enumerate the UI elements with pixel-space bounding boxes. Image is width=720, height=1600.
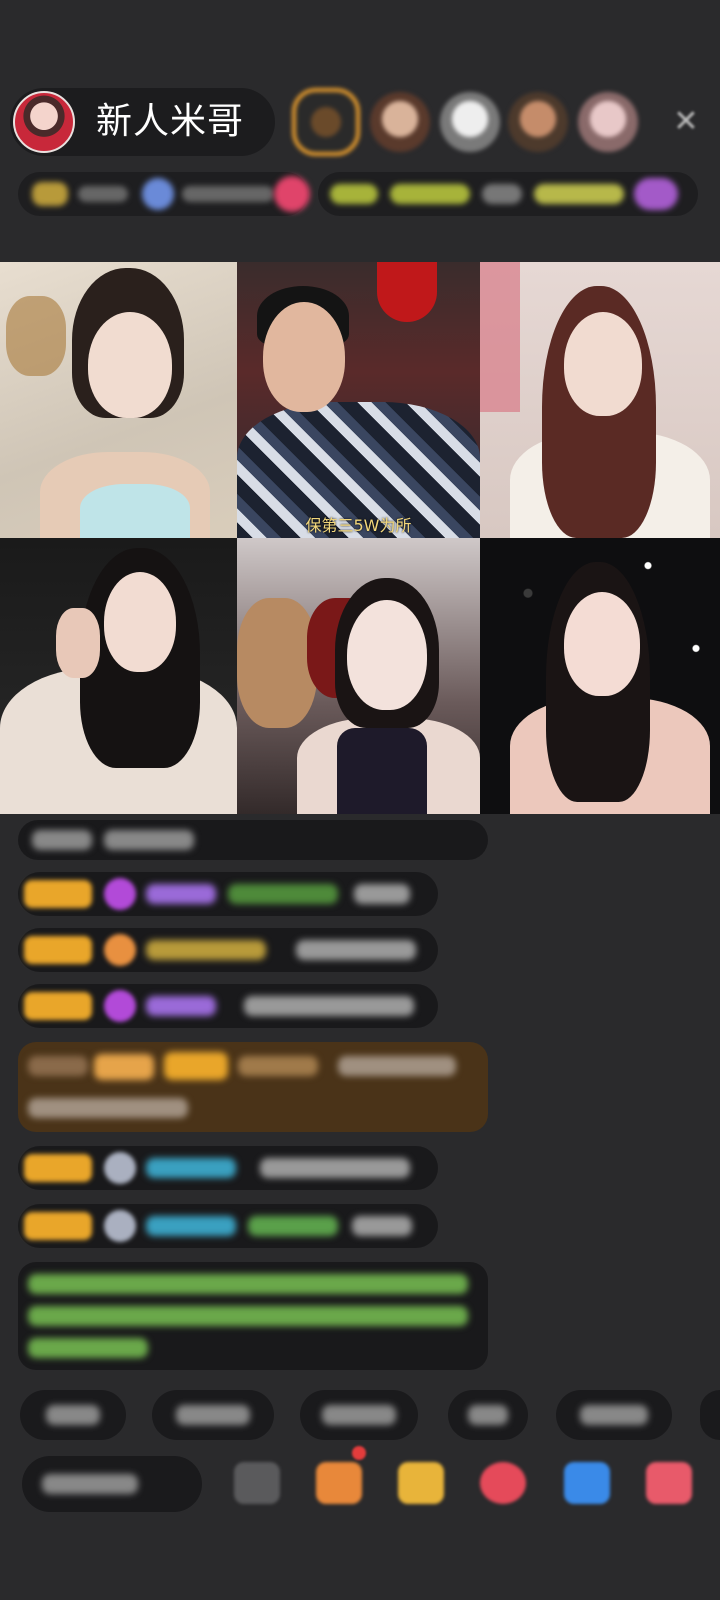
room-info-row-right[interactable] [318, 172, 698, 216]
top-viewer-avatar[interactable] [292, 88, 360, 156]
notification-dot [352, 1446, 366, 1460]
video-tile[interactable]: 保第三5W为所 [237, 262, 480, 538]
host-avatar[interactable] [13, 91, 75, 153]
viewer-avatar[interactable] [578, 92, 638, 152]
chat-notice [18, 1262, 488, 1370]
quick-chip[interactable] [700, 1390, 720, 1440]
quick-chip[interactable] [300, 1390, 418, 1440]
quick-chip[interactable] [20, 1390, 126, 1440]
video-tile[interactable] [480, 262, 720, 538]
quick-chip[interactable] [448, 1390, 528, 1440]
host-profile-pill[interactable]: 新人米哥 [10, 88, 275, 156]
close-icon[interactable]: ✕ [668, 104, 704, 140]
chat-message-highlight[interactable] [18, 1042, 488, 1132]
video-tile[interactable] [0, 538, 237, 814]
video-caption: 保第三5W为所 [305, 516, 412, 535]
chat-message[interactable] [18, 984, 438, 1028]
viewer-avatar[interactable] [370, 92, 430, 152]
keyboard-icon[interactable] [234, 1462, 280, 1504]
video-grid: 保第三5W为所 [0, 262, 720, 814]
chat-message[interactable] [18, 1204, 438, 1248]
gift-box-icon[interactable] [398, 1462, 444, 1504]
chat-message[interactable] [18, 928, 438, 972]
video-tile[interactable] [480, 538, 720, 814]
chat-message[interactable] [18, 820, 488, 860]
quick-chip[interactable] [556, 1390, 672, 1440]
chat-input[interactable] [22, 1456, 202, 1512]
chat-message[interactable] [18, 872, 438, 916]
viewer-avatar[interactable] [440, 92, 500, 152]
video-tile[interactable] [0, 262, 237, 538]
viewer-avatar[interactable] [508, 92, 568, 152]
red-packet-icon[interactable] [480, 1462, 526, 1504]
host-name: 新人米哥 [96, 101, 245, 142]
shop-icon[interactable] [316, 1462, 362, 1504]
room-info-row-left[interactable] [18, 172, 310, 216]
gift-icon[interactable] [646, 1462, 692, 1504]
quick-chip[interactable] [152, 1390, 274, 1440]
message-icon[interactable] [564, 1462, 610, 1504]
video-tile[interactable] [237, 538, 480, 814]
chat-message[interactable] [18, 1146, 438, 1190]
